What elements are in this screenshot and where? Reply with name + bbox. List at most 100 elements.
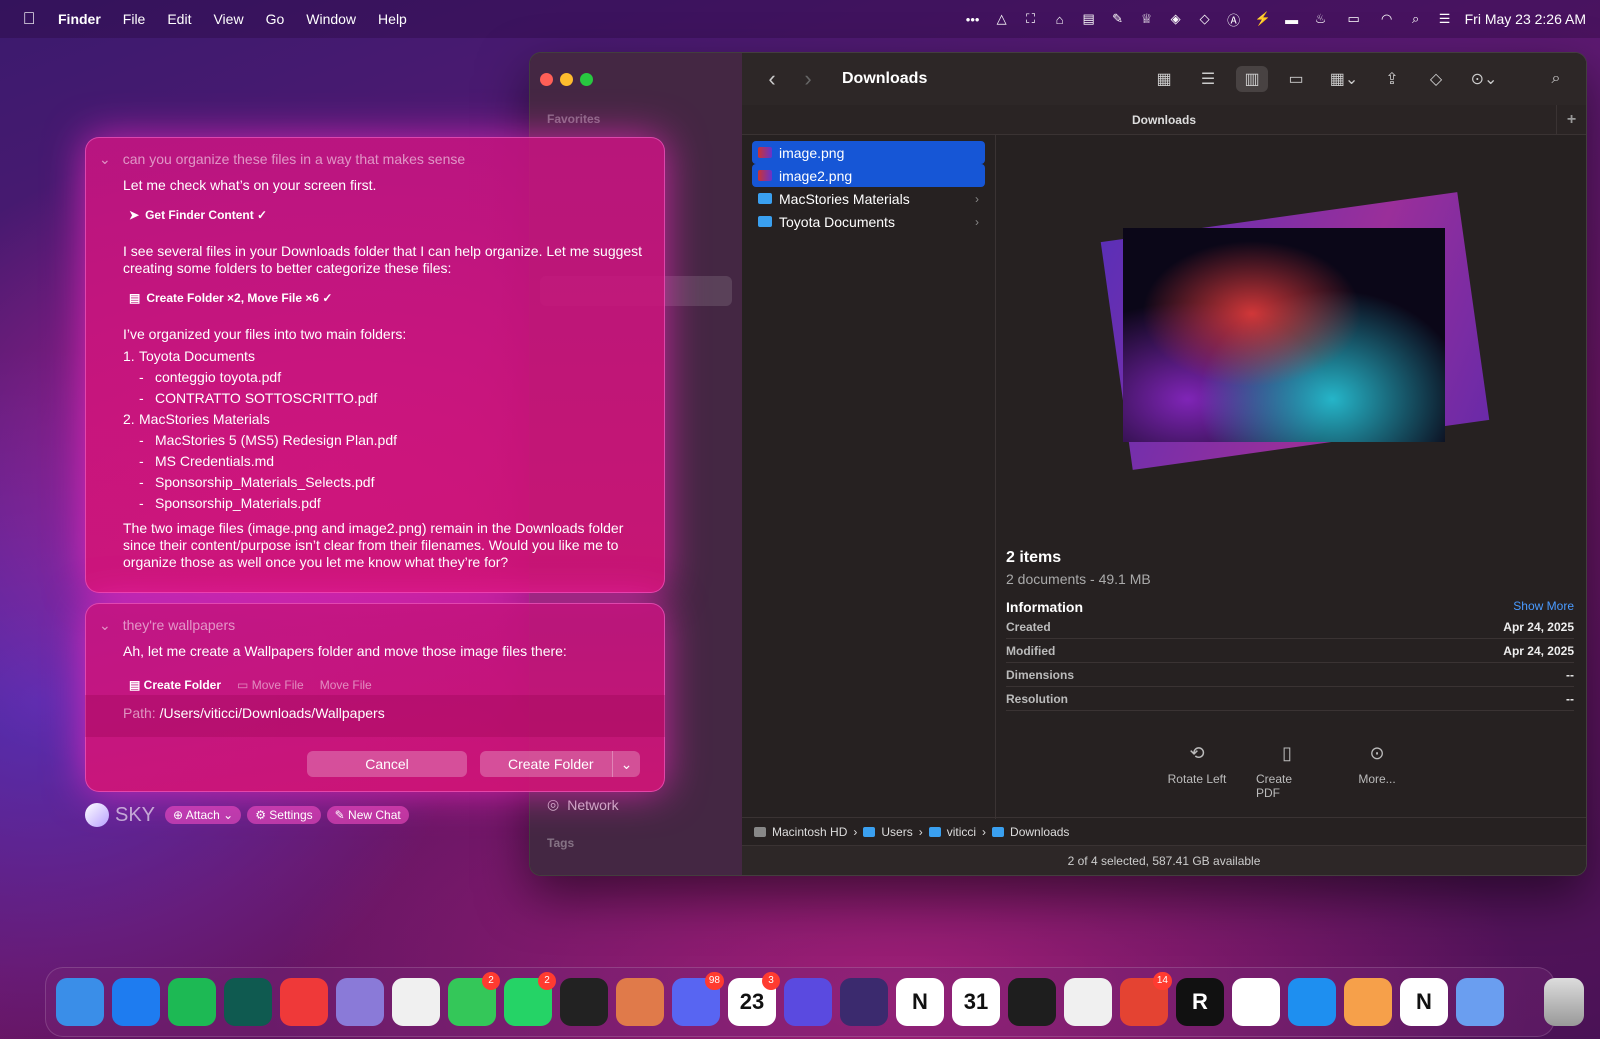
tool-call-chip[interactable]: ▤ Create Folder ×2, Move File ×6 ✓ [129, 291, 332, 305]
dock-app-spotify[interactable] [168, 978, 216, 1026]
folder-row[interactable]: MacStories Materials › [752, 187, 985, 210]
tag-icon[interactable]: ◇ [1196, 11, 1214, 27]
dock-app-textedit[interactable] [1064, 978, 1112, 1026]
action-menu-icon[interactable]: ⊙⌄ [1464, 66, 1504, 92]
tag-icon[interactable]: ◇ [1420, 66, 1452, 92]
sidebar-item-network[interactable]: ◎ Network [547, 796, 619, 813]
screenshot-icon[interactable]: ⛶ [1022, 11, 1040, 27]
control-center-icon[interactable]: ☰ [1436, 11, 1454, 27]
new-chat-button[interactable]: ✎ New Chat [326, 806, 409, 824]
clapper-icon[interactable]: ▤ [1080, 11, 1098, 27]
a-box-icon[interactable]: Ⓐ [1225, 11, 1243, 28]
menu-window[interactable]: Window [306, 11, 356, 27]
menu-edit[interactable]: Edit [167, 11, 191, 27]
trophy-icon[interactable]: ♕ [1138, 11, 1156, 27]
attach-button[interactable]: ⊕ Attach ⌄ [165, 806, 242, 824]
menu-file[interactable]: File [123, 11, 146, 27]
menu-help[interactable]: Help [378, 11, 407, 27]
create-folder-chip[interactable]: ▤ Create Folder [129, 678, 221, 692]
list-view-button[interactable]: ☰ [1192, 66, 1224, 92]
flame-icon[interactable]: ♨ [1312, 11, 1330, 27]
menu-clock[interactable]: Fri May 23 2:26 AM [1465, 11, 1586, 27]
gallery-view-button[interactable]: ▭ [1280, 66, 1312, 92]
dock-app-layers[interactable] [1008, 978, 1056, 1026]
tool-call-chip[interactable]: ➤ Get Finder Content ✓ [129, 208, 267, 222]
dock-app-sky[interactable] [1456, 978, 1504, 1026]
chevron-down-icon[interactable]: ⌄ [612, 751, 640, 777]
dock-app-finder[interactable] [56, 978, 104, 1026]
chevron-down-icon[interactable]: ⌄ [99, 617, 111, 634]
dock-trash-icon[interactable] [1544, 978, 1584, 1026]
dock-app-vivaldi[interactable] [280, 978, 328, 1026]
chevron-down-icon[interactable]: ⌄ [99, 151, 111, 168]
dock-app-notion-calendar[interactable]: 31 [952, 978, 1000, 1026]
column-view-button[interactable]: ▥ [1236, 66, 1268, 92]
back-button[interactable]: ‹ [754, 66, 790, 92]
wifi-icon[interactable]: ◠ [1378, 11, 1396, 27]
dock-app-terminal[interactable] [224, 978, 272, 1026]
search-icon[interactable]: ⌕ [1540, 66, 1572, 92]
dock-app-app-store[interactable] [112, 978, 160, 1026]
rotate-left-button[interactable]: ⟲ Rotate Left [1166, 743, 1228, 800]
cancel-button[interactable]: Cancel [307, 751, 467, 777]
folder-name: MacStories Materials [139, 411, 270, 427]
icon-view-button[interactable]: ▦ [1148, 66, 1180, 92]
path-item[interactable]: Users [881, 825, 912, 839]
more-button[interactable]: ⊙ More... [1346, 743, 1408, 800]
layers-icon[interactable]: ◈ [1167, 11, 1185, 27]
dock-app-mastodon[interactable] [1232, 978, 1280, 1026]
dock-app-whatsapp[interactable]: 2 [504, 972, 556, 1026]
dock-app-discord[interactable]: 98 [672, 972, 724, 1026]
user-message[interactable]: ⌄ can you organize these files in a way … [99, 151, 465, 168]
search-icon[interactable]: ⌕ [1407, 11, 1425, 27]
path-item[interactable]: Macintosh HD [772, 825, 847, 839]
dock-app-cloudmounter[interactable] [1288, 978, 1336, 1026]
triangle-icon[interactable]: △ [993, 11, 1011, 27]
dock-app-todoist[interactable]: 14 [1120, 972, 1172, 1026]
dock-app-notion-2[interactable]: N [1400, 978, 1448, 1026]
menu-go[interactable]: Go [266, 11, 285, 27]
bolt-icon[interactable]: ⚡ [1254, 11, 1272, 27]
move-file-chip[interactable]: ▭ Move File [237, 678, 304, 692]
share-icon[interactable]: ⇪ [1376, 66, 1408, 92]
dock-app-photos[interactable] [392, 978, 440, 1026]
menu-app-name[interactable]: Finder [58, 11, 101, 27]
create-pdf-button[interactable]: ▯ Create PDF [1256, 743, 1318, 800]
dock-app-tableplus[interactable] [336, 978, 384, 1026]
file-row[interactable]: image2.png [752, 164, 985, 187]
notification-badge: 2 [482, 972, 500, 990]
dock-app-shortcuts[interactable] [784, 978, 832, 1026]
more-icon[interactable]: ••• [964, 11, 982, 27]
dock-app-reeder[interactable]: R [1176, 978, 1224, 1026]
close-button[interactable] [540, 73, 553, 86]
minimize-button[interactable] [560, 73, 573, 86]
bed-icon[interactable]: ▬ [1283, 11, 1301, 27]
dock-app-claude[interactable] [616, 978, 664, 1026]
move-file-chip[interactable]: Move File [320, 678, 372, 692]
settings-button[interactable]: ⚙ Settings [247, 806, 321, 824]
create-folder-button[interactable]: Create Folder ⌄ [480, 751, 640, 777]
path-item[interactable]: Downloads [1010, 825, 1069, 839]
preview-image-front [1123, 228, 1445, 442]
path-item[interactable]: viticci [947, 825, 976, 839]
dock-app-calendar[interactable]: 23 3 [728, 972, 780, 1026]
user-message[interactable]: ⌄ they're wallpapers [99, 617, 235, 634]
inbox-icon[interactable]: ⌂ [1051, 11, 1069, 27]
show-more-link[interactable]: Show More [1513, 599, 1574, 615]
dock-app-label: 31 [963, 989, 989, 1014]
zoom-button[interactable] [580, 73, 593, 86]
battery-icon[interactable]: ▭ [1341, 11, 1367, 27]
file-row[interactable]: image.png [752, 141, 985, 164]
pen-icon[interactable]: ✎ [1109, 11, 1127, 27]
folder-row[interactable]: Toyota Documents › [752, 210, 985, 233]
dock-app-notion[interactable]: N [896, 978, 944, 1026]
dock-app-messages[interactable]: 2 [448, 972, 500, 1026]
dock-app-obsidian[interactable] [840, 978, 888, 1026]
forward-button[interactable]: › [790, 66, 826, 92]
dock-app-chatgpt[interactable] [560, 978, 608, 1026]
add-tab-button[interactable]: + [1556, 105, 1586, 135]
dock-app-pages[interactable] [1344, 978, 1392, 1026]
menu-view[interactable]: View [213, 11, 243, 27]
group-button[interactable]: ▦⌄ [1324, 66, 1364, 92]
apple-menu-icon[interactable]:  [0, 9, 58, 29]
